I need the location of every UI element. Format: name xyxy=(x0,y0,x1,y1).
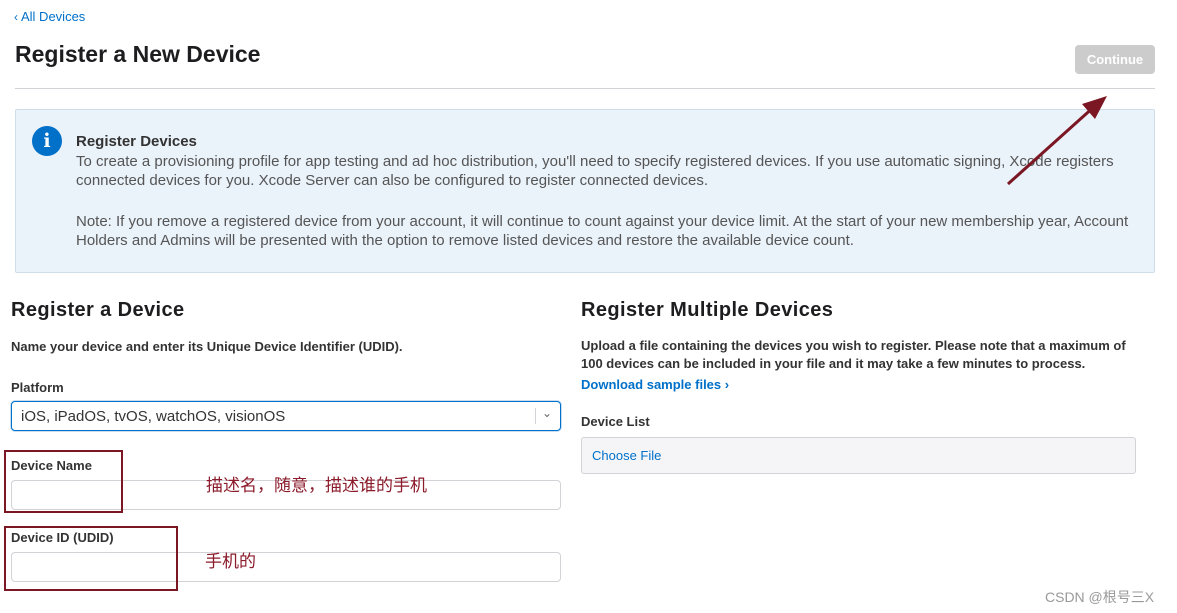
device-list-label: Device List xyxy=(581,414,650,429)
info-title: Register Devices xyxy=(76,133,197,150)
platform-select-value: iOS, iPadOS, tvOS, watchOS, visionOS xyxy=(21,408,286,425)
page-title: Register a New Device xyxy=(15,41,261,67)
annotation-arrow xyxy=(1006,96,1107,186)
info-paragraph-2: Note: If you remove a registered device … xyxy=(76,213,1129,249)
device-id-annotation: 手机的 xyxy=(205,552,256,571)
register-multiple-title: Register Multiple Devices xyxy=(581,299,834,321)
download-sample-link[interactable]: Download sample files › xyxy=(581,377,729,392)
device-name-annotation-box xyxy=(4,450,123,513)
all-devices-link[interactable]: ‹ All Devices xyxy=(14,9,85,24)
chevron-down-icon: ⌄ xyxy=(541,406,552,420)
device-list-file-input[interactable]: Choose File xyxy=(581,437,1136,474)
register-device-description: Name your device and enter its Unique De… xyxy=(11,339,403,354)
info-paragraph-1: To create a provisioning profile for app… xyxy=(76,153,1114,189)
all-devices-label: All Devices xyxy=(21,9,86,24)
chevron-left-icon: ‹ xyxy=(14,10,18,24)
device-id-annotation-box xyxy=(4,526,178,591)
platform-select[interactable]: iOS, iPadOS, tvOS, watchOS, visionOS ⌄ xyxy=(11,401,561,431)
register-device-title: Register a Device xyxy=(11,299,185,321)
header-divider xyxy=(15,88,1155,89)
continue-button[interactable]: Continue xyxy=(1075,45,1155,74)
choose-file-button[interactable]: Choose File xyxy=(592,448,661,463)
platform-label: Platform xyxy=(11,380,64,395)
register-multiple-description: Upload a file containing the devices you… xyxy=(581,338,1126,371)
device-name-annotation: 描述名，随意，描述谁的手机 xyxy=(206,476,427,495)
watermark: CSDN @根号三X xyxy=(1045,589,1155,605)
select-separator xyxy=(535,408,536,424)
info-panel: i Register Devices To create a provision… xyxy=(15,109,1155,273)
info-icon: i xyxy=(32,126,62,156)
